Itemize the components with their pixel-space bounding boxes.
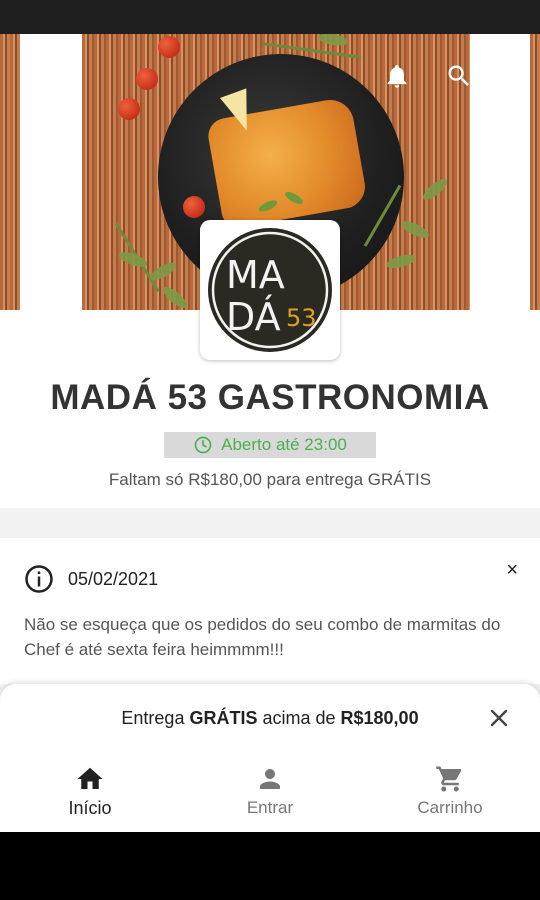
- banner-edge-left: [0, 34, 20, 310]
- mada-logo-mark: MA DÁ 53: [208, 228, 332, 352]
- free-delivery-remaining: Faltam só R$180,00 para entrega GRÁTIS: [108, 470, 432, 489]
- notifications-button[interactable]: [366, 56, 428, 96]
- clock-icon: [194, 436, 212, 454]
- search-button[interactable]: [428, 56, 490, 96]
- close-announcement-button[interactable]: ×: [506, 560, 518, 580]
- announcement-message: Não se esqueça que os pedidos do seu com…: [24, 615, 501, 659]
- announcement-date: 05/02/2021: [68, 568, 159, 589]
- free-delivery-highlight: GRÁTIS: [189, 707, 258, 728]
- announcement-card: 05/02/2021 × Não se esqueça que os pedid…: [0, 538, 540, 684]
- svg-text:MA: MA: [226, 253, 285, 297]
- bottom-sheet: Entrega GRÁTIS acima de R$180,00 Início …: [0, 684, 540, 832]
- tomato-image: [118, 98, 140, 120]
- top-actions: [366, 56, 540, 96]
- open-status-text: Aberto até 23:00: [221, 435, 347, 454]
- tab-label: Carrinho: [417, 798, 483, 817]
- system-navigation-bar: [0, 832, 540, 900]
- open-status-badge: Aberto até 23:00: [164, 432, 376, 458]
- restaurant-name: MADÁ 53 GASTRONOMIA: [50, 378, 490, 417]
- search-icon: [448, 65, 469, 86]
- free-delivery-middle: acima de: [262, 707, 336, 728]
- tab-inicio[interactable]: Início: [0, 764, 180, 832]
- more-vert-icon: [512, 66, 518, 86]
- status-bar: [0, 0, 540, 34]
- person-icon: [260, 769, 280, 789]
- announcement-header: 05/02/2021: [24, 564, 158, 594]
- free-delivery-bar: Entrega GRÁTIS acima de R$180,00: [0, 700, 540, 736]
- tab-label: Entrar: [246, 798, 294, 817]
- home-icon: [77, 767, 103, 789]
- info-icon: [25, 565, 53, 593]
- svg-text:53: 53: [286, 304, 317, 332]
- free-delivery-amount: R$180,00: [340, 707, 419, 728]
- close-icon: [490, 709, 508, 727]
- more-options-button[interactable]: [490, 56, 540, 96]
- tab-carrinho[interactable]: Carrinho: [360, 764, 540, 832]
- tab-entrar[interactable]: Entrar: [180, 764, 360, 832]
- close-free-delivery-button[interactable]: [484, 700, 514, 736]
- tomato-image: [158, 36, 180, 58]
- tomato-image: [136, 68, 158, 90]
- tomato-image: [183, 196, 205, 218]
- app-screen: MADÁ 53 GASTRONOMIA Aberto até 23:00 Fal…: [0, 34, 540, 832]
- tab-label: Início: [68, 798, 112, 818]
- bell-icon: [387, 64, 407, 88]
- restaurant-logo: MA DÁ 53: [200, 220, 340, 360]
- cart-icon: [436, 766, 462, 792]
- svg-text:DÁ: DÁ: [226, 295, 281, 339]
- bottom-navigation: Início Entrar Carrinho: [0, 764, 540, 832]
- free-delivery-prefix: Entrega: [121, 707, 185, 728]
